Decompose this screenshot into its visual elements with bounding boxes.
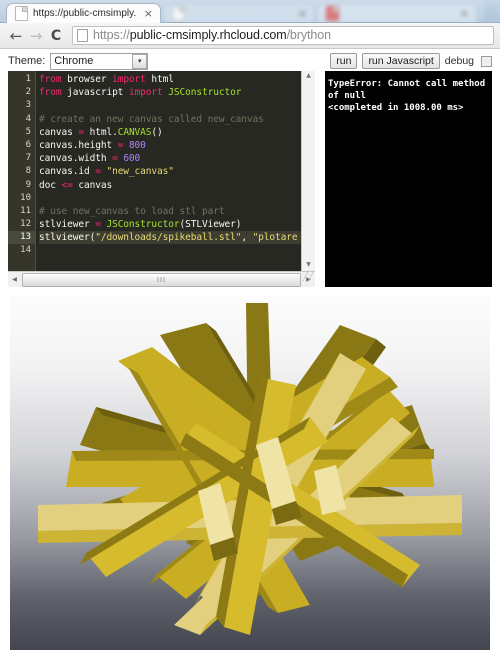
browser-toolbar: ← → C https://public-cmsimply.rhcloud.co… [0,23,500,49]
url-scheme: https:// [93,28,130,42]
scroll-left-icon[interactable]: ◀ [8,276,21,283]
stl-viewer-canvas[interactable] [10,295,490,650]
line-number: 10 [20,192,31,203]
tab-strip: https://public-cmsimply. × × × [0,0,500,23]
line-number-active: 13 [8,231,35,245]
close-icon[interactable]: × [457,7,472,20]
run-javascript-button[interactable]: run Javascript [362,53,440,69]
code-line-13: stlviewer("/downloads/spikeball.stl", "p… [39,231,315,245]
tab-title: https://public-cmsimply. [33,8,137,19]
code-line-6: canvas.height = 800 [39,139,146,151]
code-line-5: canvas = html.CANVAS() [39,126,163,138]
line-number: 11 [20,205,31,216]
line-number: 2 [25,87,31,98]
theme-label: Theme: [8,55,46,67]
new-tab-button[interactable] [484,0,500,23]
address-bar[interactable]: https://public-cmsimply.rhcloud.com/bryt… [72,26,494,45]
editor-vertical-scrollbar[interactable]: ▲ ▼ [301,71,315,271]
browser-window: https://public-cmsimply. × × × ← → C htt… [0,0,500,49]
close-icon[interactable]: × [141,7,156,20]
code-line-4: # create an new canvas called new_canvas [39,113,264,125]
line-number: 9 [25,179,31,190]
line-number-gutter: 1 2 3 4 5 6 7 8 9 10 11 12 13 14 [8,71,35,271]
scroll-up-icon[interactable]: ▲ [306,71,311,82]
page-content: Theme: Chrome ▾ run run Javascript debug… [0,49,500,650]
line-number: 7 [25,153,31,164]
code-editor-body[interactable]: 1 2 3 4 5 6 7 8 9 10 11 12 13 14 from br… [8,71,315,271]
browser-tab-background-1[interactable]: × [163,3,315,23]
ide-workspace: 1 2 3 4 5 6 7 8 9 10 11 12 13 14 from br… [0,71,500,287]
line-number: 12 [20,219,31,230]
reload-icon[interactable]: C [46,28,66,44]
line-number: 1 [25,74,31,84]
code-line-9: doc <= canvas [39,179,113,191]
scrollbar-thumb[interactable]: III [22,272,301,287]
spikeball-model [10,295,490,650]
console-line: of null [328,91,366,101]
page-info-icon[interactable] [77,29,88,42]
scroll-down-icon[interactable]: ▼ [306,260,311,271]
url-host: public-cmsimply.rhcloud.com [129,28,287,42]
forward-icon[interactable]: → [26,28,46,44]
console-line: TypeError: Cannot call method [328,79,486,89]
back-icon[interactable]: ← [6,28,26,44]
run-button[interactable]: run [330,53,358,69]
code-line-7: canvas.width = 600 [39,153,141,165]
line-number: 4 [25,113,31,124]
chevron-down-icon[interactable]: ▾ [132,53,148,69]
close-icon[interactable]: × [295,7,310,20]
theme-select-value: Chrome [54,54,94,67]
code-line-2: from javascript import JSConstructor [39,87,242,99]
resize-handle-icon[interactable]: ╱╱ [303,273,327,297]
editor-horizontal-scrollbar[interactable]: ◀ III ▶ [8,271,315,287]
line-number: 5 [25,126,31,137]
url-path: /brython [286,28,331,42]
page-favicon-icon [172,6,185,21]
page-favicon-icon [326,6,339,21]
address-bar-url: https://public-cmsimply.rhcloud.com/bryt… [93,27,331,44]
line-number: 6 [25,139,31,150]
page-favicon-icon [15,6,28,21]
line-number: 3 [25,100,31,111]
code-line-8: canvas.id = "new_canvas" [39,166,174,178]
console-line: <completed in 1008.00 ms> [328,103,464,113]
code-line-1: from browser import html [39,74,174,85]
line-number: 8 [25,166,31,177]
ide-toolbar: Theme: Chrome ▾ run run Javascript debug [0,49,500,71]
line-number: 14 [20,245,31,256]
output-console[interactable]: TypeError: Cannot call method of null <c… [325,71,492,287]
code-editor[interactable]: 1 2 3 4 5 6 7 8 9 10 11 12 13 14 from br… [8,71,315,287]
theme-select[interactable]: Chrome ▾ [50,52,149,70]
debug-label: debug [444,55,474,67]
run-controls: run run Javascript debug [330,53,492,69]
debug-checkbox[interactable] [481,55,492,67]
browser-tab-active[interactable]: https://public-cmsimply. × [6,3,161,23]
code-line-12: stlviewer = JSConstructor(STLViewer) [39,219,242,231]
code-text-area[interactable]: from browser import html from javascript… [35,71,315,271]
code-line-11: # use new_canvas to load stl part [39,205,225,217]
browser-tab-background-2[interactable]: × [317,3,477,23]
